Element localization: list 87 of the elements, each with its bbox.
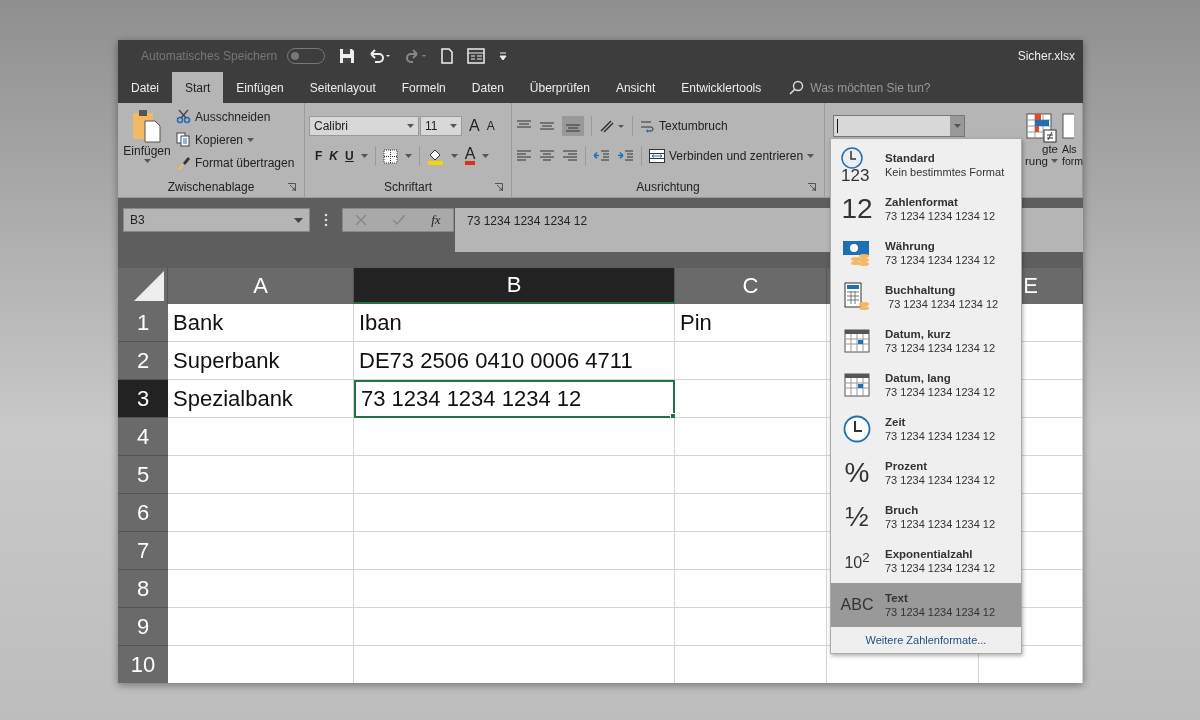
- format-preview: 73 1234 1234 1234 12: [885, 254, 996, 266]
- format-name: Datum, kurz: [885, 328, 952, 340]
- font-name-field[interactable]: Calibri: [309, 116, 419, 136]
- format-name: Währung: [885, 240, 936, 252]
- format-preview: 73 1234 1234 1234 12: [885, 518, 996, 530]
- number-glyph: 123: [841, 166, 870, 186]
- column-header[interactable]: A: [168, 268, 354, 304]
- font-color-button[interactable]: A: [464, 147, 476, 165]
- format-menu-item[interactable]: Datum, kurz 73 1234 1234 1234 12: [831, 319, 1021, 363]
- ribbon-tab[interactable]: Start: [172, 72, 224, 103]
- format-name: Text: [885, 592, 909, 604]
- format-preview: Kein bestimmtes Format: [885, 166, 1005, 178]
- ribbon-tab[interactable]: Seitenlayout: [296, 72, 389, 103]
- table-cell[interactable]: Bank: [168, 304, 354, 342]
- paste-button[interactable]: Einfügen: [122, 107, 172, 177]
- ribbon-tab[interactable]: Daten: [458, 72, 517, 103]
- format-name: Datum, lang: [885, 372, 952, 384]
- ribbon-tab[interactable]: Entwicklertools: [668, 72, 775, 103]
- font-size-field[interactable]: 11: [420, 116, 462, 136]
- insert-function-button[interactable]: fx: [431, 212, 441, 228]
- column-header[interactable]: B: [354, 268, 675, 304]
- format-glyph: ABC: [840, 596, 874, 614]
- format-name: Exponentialzahl: [885, 548, 974, 560]
- format-preview: 73 1234 1234 1234 12: [885, 474, 996, 486]
- shrink-font-button[interactable]: A: [486, 119, 495, 133]
- italic-button[interactable]: K: [329, 149, 338, 163]
- format-preview: 73 1234 1234 1234 12: [885, 430, 996, 442]
- table-cell[interactable]: Superbank: [168, 342, 354, 380]
- file-name: Sicher.xlsx: [1017, 49, 1076, 63]
- format-name: Zahlenformat: [885, 196, 959, 208]
- group-label: Ausrichtung: [636, 180, 700, 194]
- copy-button[interactable]: Kopieren: [176, 130, 295, 149]
- format-preview: 73 1234 1234 1234 12: [885, 342, 996, 354]
- format-name: Zeit: [885, 416, 907, 428]
- cut-button[interactable]: Ausschneiden: [176, 107, 295, 126]
- merge-center-button[interactable]: Verbinden und zentrieren: [649, 146, 815, 166]
- paste-label: Einfügen: [123, 144, 171, 158]
- active-cell[interactable]: 73 1234 1234 1234 12: [354, 380, 675, 418]
- row-header[interactable]: 10: [118, 646, 168, 683]
- ribbon-tab[interactable]: Ansicht: [602, 72, 669, 103]
- format-glyph: %: [844, 457, 870, 489]
- format-glyph: ½: [845, 501, 869, 533]
- row-header[interactable]: 4: [118, 418, 168, 456]
- grow-font-button[interactable]: A: [469, 117, 480, 135]
- format-glyph: 10$^{2}$: [844, 549, 870, 573]
- row-header[interactable]: 8: [118, 570, 168, 608]
- format-menu-item[interactable]: 10$^{2}$ Exponentialzahl 73 1234 1234 1234 12: [831, 539, 1021, 583]
- format-name: Standard: [885, 152, 936, 164]
- table-cell[interactable]: Pin: [675, 304, 827, 342]
- row-header[interactable]: 3: [118, 380, 168, 418]
- column-header[interactable]: C: [675, 268, 827, 304]
- bold-button[interactable]: F: [309, 149, 323, 163]
- format-menu-item[interactable]: ½ Bruch 73 1234 1234 1234 12: [831, 495, 1021, 539]
- format-as-table-button[interactable]: Als form: [1062, 107, 1083, 197]
- tell-me-field[interactable]: Was möchten Sie tun?: [804, 72, 983, 103]
- table-cell[interactable]: Iban: [354, 304, 675, 342]
- row-header[interactable]: 5: [118, 456, 168, 494]
- format-menu-item[interactable]: % Prozent 73 1234 1234 1234 12: [831, 451, 1021, 495]
- format-preview: 73 1234 1234 1234 12: [885, 562, 996, 574]
- ribbon-tab[interactable]: Überprüfen: [516, 72, 603, 103]
- format-preview: 73 1234 1234 1234 12: [885, 386, 996, 398]
- ribbon-tab[interactable]: Datei: [118, 72, 172, 103]
- group-label: Zwischenablage: [167, 180, 255, 194]
- autosave-label: Automatisches Speichern: [141, 49, 278, 63]
- ribbon-tab[interactable]: Einfügen: [223, 72, 297, 103]
- name-box[interactable]: B3: [123, 208, 310, 232]
- row-header[interactable]: 6: [118, 494, 168, 532]
- row-header[interactable]: 7: [118, 532, 168, 570]
- format-preview: 73 1234 1234 1234 12: [885, 210, 996, 222]
- table-cell[interactable]: DE73 2506 0410 0006 4711: [354, 342, 675, 380]
- row-header[interactable]: 9: [118, 608, 168, 646]
- format-name: Bruch: [885, 504, 920, 516]
- format-name: Buchhaltung: [885, 284, 957, 296]
- format-menu-item[interactable]: Datum, lang 73 1234 1234 1234 12: [831, 363, 1021, 407]
- table-cell[interactable]: Spezialbank: [168, 380, 354, 418]
- group-label: Schriftart: [384, 180, 432, 194]
- format-painter-button[interactable]: Format übertragen: [176, 153, 295, 172]
- wrap-text-button[interactable]: Textumbruch: [640, 116, 728, 136]
- format-menu-item[interactable]: ABC Text 73 1234 1234 1234 12: [831, 583, 1021, 627]
- underline-button[interactable]: U: [345, 149, 354, 163]
- row-header[interactable]: 2: [118, 342, 168, 380]
- format-menu-item[interactable]: Zeit 73 1234 1234 1234 12: [831, 407, 1021, 451]
- ribbon-tab[interactable]: Formeln: [388, 72, 459, 103]
- format-name: Prozent: [885, 460, 929, 472]
- row-header[interactable]: 1: [118, 304, 168, 342]
- more-number-formats-link[interactable]: Weitere Zahlenformate...: [831, 627, 1021, 653]
- format-preview: 73 1234 1234 1234 12: [885, 606, 996, 618]
